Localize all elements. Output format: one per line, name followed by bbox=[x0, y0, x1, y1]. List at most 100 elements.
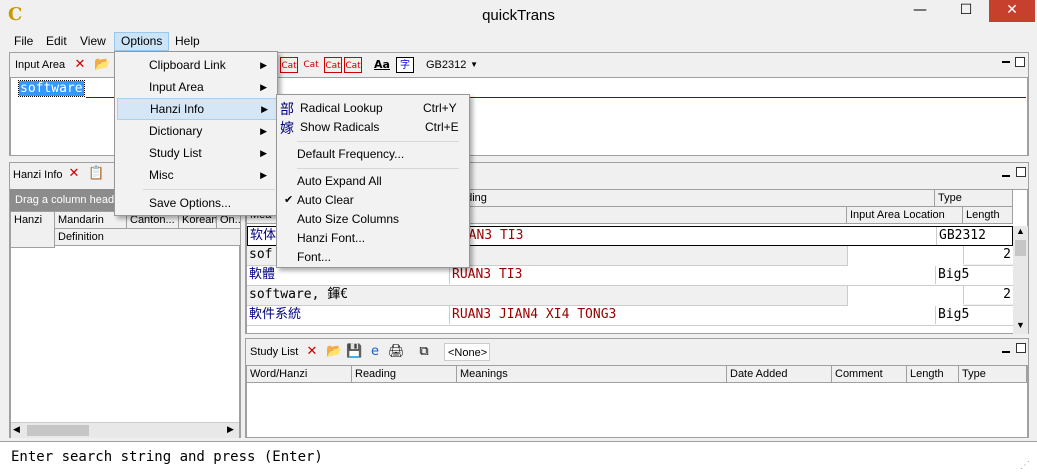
table-row[interactable]: software, 鍕€ 2 bbox=[247, 286, 1013, 306]
row-hanzi: 軟體 bbox=[249, 267, 276, 282]
dock-restore-icon[interactable] bbox=[1015, 57, 1025, 67]
input-area-label: Input Area bbox=[15, 59, 66, 71]
dock-restore-icon[interactable] bbox=[1016, 167, 1026, 177]
menu-item-label: Dictionary bbox=[149, 124, 203, 138]
scroll-thumb[interactable] bbox=[27, 425, 89, 436]
menu-item-label: Clipboard Link bbox=[149, 58, 226, 72]
table-row[interactable]: 軟體 RUAN3 TI3 Big5 bbox=[247, 266, 1013, 286]
menu-default-frequency[interactable]: Default Frequency... bbox=[279, 143, 467, 165]
col-definition[interactable]: Definition bbox=[55, 229, 241, 246]
menu-font[interactable]: Font... bbox=[279, 246, 467, 268]
clear-icon[interactable]: ✕ bbox=[66, 166, 82, 182]
cat-icon-1[interactable]: Cat bbox=[280, 57, 298, 73]
copy-icon[interactable]: ⧉ bbox=[416, 344, 432, 360]
scroll-left-icon[interactable]: ◀ bbox=[13, 424, 20, 435]
col-comment[interactable]: Comment bbox=[832, 366, 907, 383]
window-title: quickTrans bbox=[482, 7, 555, 24]
clear-icon[interactable]: ✕ bbox=[304, 344, 320, 360]
scroll-right-icon[interactable]: ▶ bbox=[227, 424, 234, 435]
chevron-down-icon: ▼ bbox=[470, 60, 478, 69]
row-hanzi: 軟件系統 bbox=[249, 307, 302, 322]
close-button[interactable]: ✕ bbox=[989, 0, 1035, 22]
dock-minimize-icon[interactable] bbox=[1002, 61, 1010, 63]
resize-grip-icon[interactable]: ⋰ bbox=[1020, 460, 1030, 471]
menu-hanzi-info[interactable]: Hanzi Info ▶ bbox=[117, 98, 277, 120]
save-icon[interactable]: 💾 bbox=[346, 344, 362, 360]
scroll-thumb[interactable] bbox=[1015, 240, 1026, 256]
row-type: Big5 bbox=[935, 306, 1013, 324]
open-folder-icon[interactable]: 📂 bbox=[94, 57, 110, 73]
cat-icon-3[interactable]: Cat bbox=[324, 57, 342, 73]
menu-separator bbox=[297, 168, 459, 169]
menu-show-radicals[interactable]: Show Radicals Ctrl+E bbox=[279, 116, 467, 138]
menu-study-list[interactable]: Study List ▶ bbox=[117, 142, 275, 164]
study-list-grid[interactable]: Word/Hanzi Reading Meanings Date Added C… bbox=[246, 365, 1028, 438]
open-folder-icon[interactable]: 📂 bbox=[326, 344, 342, 360]
row-reading: RUAN3 TI3 bbox=[450, 227, 850, 245]
menu-item-label: Study List bbox=[149, 146, 202, 160]
col-type[interactable]: Type bbox=[959, 366, 1027, 383]
row-reading: RUAN3 JIAN4 XI4 TONG3 bbox=[449, 306, 849, 324]
menu-separator bbox=[297, 141, 459, 142]
hanzi-info-label: Hanzi Info bbox=[13, 169, 63, 181]
menu-clipboard-link[interactable]: Clipboard Link ▶ bbox=[117, 54, 275, 76]
menu-options[interactable]: Options bbox=[114, 32, 170, 51]
clear-icon[interactable]: ✕ bbox=[72, 57, 88, 73]
submenu-arrow-icon: ▶ bbox=[261, 104, 268, 114]
encoding-value: GB2312 bbox=[426, 59, 467, 71]
menu-view[interactable]: View bbox=[74, 32, 112, 51]
col-word-hanzi[interactable]: Word/Hanzi bbox=[247, 366, 352, 383]
row-type: Big5 bbox=[935, 266, 1013, 284]
submenu-arrow-icon: ▶ bbox=[260, 170, 267, 180]
menu-item-label: Input Area bbox=[149, 80, 204, 94]
submenu-arrow-icon: ▶ bbox=[260, 60, 267, 70]
dock-restore-icon[interactable] bbox=[1016, 343, 1026, 353]
table-row[interactable]: 軟件系統 RUAN3 JIAN4 XI4 TONG3 Big5 bbox=[247, 306, 1013, 326]
dock-minimize-icon[interactable] bbox=[1002, 351, 1010, 353]
row-reading: RUAN3 TI3 bbox=[449, 266, 849, 284]
col-type[interactable]: Type bbox=[935, 190, 1013, 207]
scroll-down-icon[interactable]: ▼ bbox=[1016, 320, 1025, 330]
hanzi-info-submenu: 部 Radical Lookup Ctrl+Y 嫁 Show Radicals … bbox=[276, 94, 470, 268]
col-hanzi[interactable]: Hanzi bbox=[11, 212, 55, 248]
scroll-up-icon[interactable]: ▲ bbox=[1016, 226, 1025, 236]
menu-item-label: Misc bbox=[149, 168, 174, 182]
encoding-select[interactable]: GB2312 ▼ bbox=[423, 56, 481, 74]
cat-icon-2[interactable]: Cat bbox=[302, 57, 320, 73]
col-meanings[interactable]: Meanings bbox=[457, 366, 727, 383]
export-icon[interactable]: 📋 bbox=[88, 166, 104, 182]
print-icon[interactable]: 🖨 bbox=[388, 344, 405, 360]
menu-item-label: Hanzi Info bbox=[150, 102, 205, 116]
submenu-arrow-icon: ▶ bbox=[260, 126, 267, 136]
menu-file[interactable]: File bbox=[8, 32, 39, 51]
col-date-added[interactable]: Date Added bbox=[727, 366, 832, 383]
menu-edit[interactable]: Edit bbox=[40, 32, 73, 51]
status-bar: Enter search string and press (Enter) ⋰ bbox=[0, 441, 1037, 474]
hanzi-toggle-icon[interactable]: 字 bbox=[396, 57, 414, 73]
minimize-button[interactable]: — bbox=[897, 0, 943, 22]
menu-save-options[interactable]: Save Options... bbox=[117, 192, 275, 214]
input-text: software bbox=[18, 80, 85, 97]
title-bar: C quickTrans — ☐ ✕ bbox=[0, 0, 1037, 31]
maximize-button[interactable]: ☐ bbox=[943, 0, 989, 22]
study-list-select[interactable]: <None> bbox=[444, 343, 490, 361]
menu-help[interactable]: Help bbox=[169, 32, 206, 51]
horizontal-scrollbar[interactable]: ◀ ▶ bbox=[11, 422, 239, 438]
font-toggle-icon[interactable]: Aa bbox=[373, 57, 391, 73]
hanzi-info-grid[interactable]: Hanzi Mandarin Canton... Korean On... De… bbox=[10, 211, 241, 438]
col-reading[interactable]: Reading bbox=[352, 366, 457, 383]
dock-minimize-icon[interactable] bbox=[1002, 175, 1010, 177]
col-length[interactable]: Length bbox=[907, 366, 959, 383]
browser-icon[interactable]: e bbox=[367, 344, 383, 360]
col-length[interactable]: Length bbox=[963, 207, 1013, 224]
col-input-location[interactable]: Input Area Location bbox=[847, 207, 963, 224]
menu-misc[interactable]: Misc ▶ bbox=[117, 164, 275, 186]
cat-icon-4[interactable]: Cat bbox=[344, 57, 362, 73]
study-list-label: Study List bbox=[250, 346, 299, 358]
menu-dictionary[interactable]: Dictionary ▶ bbox=[117, 120, 275, 142]
submenu-arrow-icon: ▶ bbox=[260, 82, 267, 92]
row-length: 2 bbox=[963, 286, 1013, 304]
row-input-location bbox=[847, 286, 963, 306]
menu-input-area[interactable]: Input Area ▶ bbox=[117, 76, 275, 98]
vertical-scrollbar[interactable]: ▲ ▼ bbox=[1013, 226, 1028, 334]
